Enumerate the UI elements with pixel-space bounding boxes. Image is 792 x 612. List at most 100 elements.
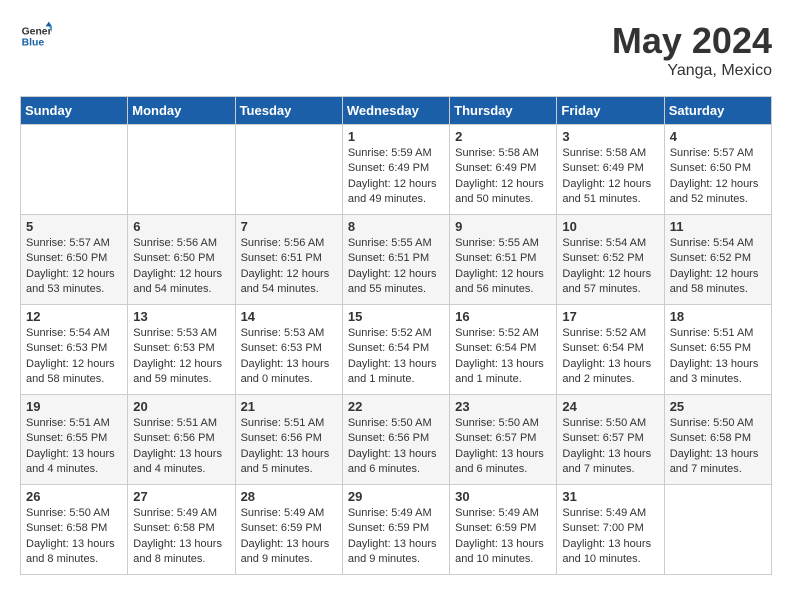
calendar-week-row: 12 Sunrise: 5:54 AM Sunset: 6:53 PM Dayli…: [21, 305, 772, 395]
day-info: Sunrise: 5:54 AM Sunset: 6:52 PM Dayligh…: [670, 236, 766, 298]
calendar-cell: [235, 125, 342, 215]
calendar-cell: 21 Sunrise: 5:51 AM Sunset: 6:56 PM Dayli…: [235, 395, 342, 485]
day-number: 6: [133, 219, 229, 234]
month-title: May 2024: [612, 20, 772, 62]
calendar-cell: 14Sunrise: 5:53 AM Sunset: 6:53 PM Dayli…: [235, 305, 342, 395]
calendar-cell: 27 Sunrise: 5:49 AM Sunset: 6:58 PM Dayli…: [128, 485, 235, 575]
day-info: Sunrise: 5:57 AM Sunset: 6:50 PM Dayligh…: [670, 146, 766, 208]
day-number: 1: [348, 129, 444, 144]
weekday-header-row: SundayMondayTuesdayWednesdayThursdayFrid…: [21, 97, 772, 125]
calendar-cell: 28 Sunrise: 5:49 AM Sunset: 6:59 PM Dayli…: [235, 485, 342, 575]
calendar-cell: 8 Sunrise: 5:55 AM Sunset: 6:51 PM Daylig…: [342, 215, 449, 305]
day-info: Sunrise: 5:52 AM Sunset: 6:54 PM Dayligh…: [562, 326, 658, 388]
day-info: Sunrise: 5:53 AM Sunset: 6:53 PM Dayligh…: [133, 326, 229, 388]
calendar-cell: [21, 125, 128, 215]
day-info: Sunrise: 5:59 AM Sunset: 6:49 PM Dayligh…: [348, 146, 444, 208]
calendar-cell: 30 Sunrise: 5:49 AM Sunset: 6:59 PM Dayli…: [450, 485, 557, 575]
day-number: 2: [455, 129, 551, 144]
weekday-header: Saturday: [664, 97, 771, 125]
day-info: Sunrise: 5:51 AM Sunset: 6:56 PM Dayligh…: [241, 416, 337, 478]
day-number: 31: [562, 489, 658, 504]
day-info: Sunrise: 5:55 AM Sunset: 6:51 PM Dayligh…: [348, 236, 444, 298]
day-number: 18: [670, 309, 766, 324]
calendar-cell: 11 Sunrise: 5:54 AM Sunset: 6:52 PM Dayli…: [664, 215, 771, 305]
day-info: Sunrise: 5:54 AM Sunset: 6:52 PM Dayligh…: [562, 236, 658, 298]
calendar-cell: 31Sunrise: 5:49 AM Sunset: 7:00 PM Dayli…: [557, 485, 664, 575]
day-info: Sunrise: 5:53 AM Sunset: 6:53 PM Dayligh…: [241, 326, 337, 388]
day-number: 17: [562, 309, 658, 324]
calendar-cell: 12 Sunrise: 5:54 AM Sunset: 6:53 PM Dayli…: [21, 305, 128, 395]
calendar-cell: 2 Sunrise: 5:58 AM Sunset: 6:49 PM Daylig…: [450, 125, 557, 215]
day-info: Sunrise: 5:50 AM Sunset: 6:58 PM Dayligh…: [26, 506, 122, 568]
weekday-header: Tuesday: [235, 97, 342, 125]
day-number: 16: [455, 309, 551, 324]
calendar-cell: [664, 485, 771, 575]
day-number: 5: [26, 219, 122, 234]
day-number: 30: [455, 489, 551, 504]
day-info: Sunrise: 5:49 AM Sunset: 6:59 PM Dayligh…: [455, 506, 551, 568]
calendar-cell: 26 Sunrise: 5:50 AM Sunset: 6:58 PM Dayli…: [21, 485, 128, 575]
day-number: 8: [348, 219, 444, 234]
day-number: 29: [348, 489, 444, 504]
calendar-cell: 18Sunrise: 5:51 AM Sunset: 6:55 PM Dayli…: [664, 305, 771, 395]
day-info: Sunrise: 5:49 AM Sunset: 6:58 PM Dayligh…: [133, 506, 229, 568]
day-info: Sunrise: 5:56 AM Sunset: 6:51 PM Dayligh…: [241, 236, 337, 298]
calendar-cell: 23Sunrise: 5:50 AM Sunset: 6:57 PM Dayli…: [450, 395, 557, 485]
calendar-cell: 22 Sunrise: 5:50 AM Sunset: 6:56 PM Dayli…: [342, 395, 449, 485]
page-header: General Blue May 2024 Yanga, Mexico: [20, 20, 772, 80]
weekday-header: Friday: [557, 97, 664, 125]
day-info: Sunrise: 5:51 AM Sunset: 6:55 PM Dayligh…: [26, 416, 122, 478]
calendar-cell: [128, 125, 235, 215]
day-info: Sunrise: 5:50 AM Sunset: 6:58 PM Dayligh…: [670, 416, 766, 478]
day-number: 25: [670, 399, 766, 414]
day-number: 7: [241, 219, 337, 234]
day-number: 4: [670, 129, 766, 144]
day-info: Sunrise: 5:55 AM Sunset: 6:51 PM Dayligh…: [455, 236, 551, 298]
calendar-week-row: 19Sunrise: 5:51 AM Sunset: 6:55 PM Dayli…: [21, 395, 772, 485]
day-info: Sunrise: 5:58 AM Sunset: 6:49 PM Dayligh…: [455, 146, 551, 208]
day-number: 24: [562, 399, 658, 414]
svg-text:General: General: [22, 26, 52, 37]
day-info: Sunrise: 5:54 AM Sunset: 6:53 PM Dayligh…: [26, 326, 122, 388]
day-number: 15: [348, 309, 444, 324]
calendar-cell: 16 Sunrise: 5:52 AM Sunset: 6:54 PM Dayli…: [450, 305, 557, 395]
svg-text:Blue: Blue: [22, 38, 45, 49]
title-block: May 2024 Yanga, Mexico: [612, 20, 772, 80]
calendar-cell: 25 Sunrise: 5:50 AM Sunset: 6:58 PM Dayli…: [664, 395, 771, 485]
day-number: 28: [241, 489, 337, 504]
calendar-cell: 1 Sunrise: 5:59 AM Sunset: 6:49 PM Daylig…: [342, 125, 449, 215]
location-subtitle: Yanga, Mexico: [612, 62, 772, 80]
day-info: Sunrise: 5:51 AM Sunset: 6:56 PM Dayligh…: [133, 416, 229, 478]
day-number: 26: [26, 489, 122, 504]
day-number: 27: [133, 489, 229, 504]
weekday-header: Wednesday: [342, 97, 449, 125]
calendar-cell: 5Sunrise: 5:57 AM Sunset: 6:50 PM Daylig…: [21, 215, 128, 305]
calendar-cell: 7 Sunrise: 5:56 AM Sunset: 6:51 PM Daylig…: [235, 215, 342, 305]
day-number: 22: [348, 399, 444, 414]
calendar-cell: 10 Sunrise: 5:54 AM Sunset: 6:52 PM Dayli…: [557, 215, 664, 305]
calendar-cell: 29Sunrise: 5:49 AM Sunset: 6:59 PM Dayli…: [342, 485, 449, 575]
day-number: 21: [241, 399, 337, 414]
weekday-header: Monday: [128, 97, 235, 125]
day-number: 23: [455, 399, 551, 414]
calendar-cell: 6 Sunrise: 5:56 AM Sunset: 6:50 PM Daylig…: [128, 215, 235, 305]
calendar-week-row: 26 Sunrise: 5:50 AM Sunset: 6:58 PM Dayli…: [21, 485, 772, 575]
calendar-table: SundayMondayTuesdayWednesdayThursdayFrid…: [20, 96, 772, 575]
calendar-cell: 19Sunrise: 5:51 AM Sunset: 6:55 PM Dayli…: [21, 395, 128, 485]
day-info: Sunrise: 5:50 AM Sunset: 6:56 PM Dayligh…: [348, 416, 444, 478]
calendar-cell: 20Sunrise: 5:51 AM Sunset: 6:56 PM Dayli…: [128, 395, 235, 485]
weekday-header: Thursday: [450, 97, 557, 125]
calendar-cell: 13Sunrise: 5:53 AM Sunset: 6:53 PM Dayli…: [128, 305, 235, 395]
day-info: Sunrise: 5:52 AM Sunset: 6:54 PM Dayligh…: [455, 326, 551, 388]
day-number: 10: [562, 219, 658, 234]
day-number: 9: [455, 219, 551, 234]
day-info: Sunrise: 5:58 AM Sunset: 6:49 PM Dayligh…: [562, 146, 658, 208]
day-number: 12: [26, 309, 122, 324]
day-info: Sunrise: 5:49 AM Sunset: 6:59 PM Dayligh…: [241, 506, 337, 568]
day-info: Sunrise: 5:50 AM Sunset: 6:57 PM Dayligh…: [562, 416, 658, 478]
day-number: 11: [670, 219, 766, 234]
day-info: Sunrise: 5:56 AM Sunset: 6:50 PM Dayligh…: [133, 236, 229, 298]
logo-icon: General Blue: [20, 20, 52, 52]
calendar-cell: 24 Sunrise: 5:50 AM Sunset: 6:57 PM Dayli…: [557, 395, 664, 485]
day-number: 3: [562, 129, 658, 144]
